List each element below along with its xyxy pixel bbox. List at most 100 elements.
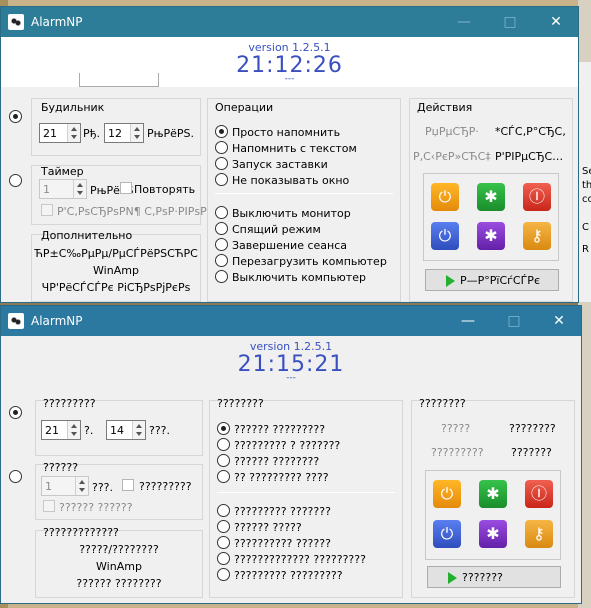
power-blue-icon[interactable]: ⏻ [433, 520, 461, 548]
close-icon[interactable]: ✕ [536, 306, 582, 336]
op-label-4: ?? ????????? ???? [234, 471, 329, 484]
op-radio-4[interactable] [217, 470, 230, 483]
extra-link-winamp[interactable]: WinAmp [31, 264, 201, 277]
spinner-arrows-icon[interactable] [130, 124, 143, 142]
app-icon [8, 313, 24, 329]
operations-group-title: ???????? [217, 397, 264, 410]
timer-minutes-spinner[interactable]: 1 [41, 476, 89, 496]
op-radio-1[interactable] [215, 125, 228, 138]
op-radio-5[interactable] [217, 504, 230, 517]
spinner-arrows-icon[interactable] [75, 477, 88, 495]
titlebar[interactable]: AlarmNP — □ ✕ [1, 306, 581, 336]
sleep-green-icon[interactable]: ✱ [479, 480, 507, 508]
window-title: AlarmNP [31, 15, 83, 29]
op-radio-6[interactable] [215, 222, 228, 235]
op-radio-8[interactable] [217, 552, 230, 565]
extra-link-3[interactable]: ЧР'РёСЃСЃРє РіСЂРѕРјРєРѕ [31, 281, 201, 294]
start-button[interactable]: Р—Р°РїСѓСЃРє [425, 269, 559, 291]
action-text-1b: *СЃС‚Р°СЂС‚ [495, 125, 566, 138]
window-title: AlarmNP [31, 314, 83, 328]
clock-area: version 1.2.5.1 21:15:21 --- [1, 336, 581, 386]
play-icon [446, 275, 455, 287]
titlebar[interactable]: AlarmNP — □ ✕ [1, 7, 578, 37]
shutdown-red-icon[interactable]: Ⓘ [525, 480, 553, 508]
actions-group-title: ???????? [419, 397, 466, 410]
action-text-2b: Р'РІРµСЂС… [495, 150, 564, 163]
power-orange-icon[interactable]: ⏻ [433, 480, 461, 508]
spinner-arrows-icon[interactable] [132, 421, 145, 439]
op-radio-3[interactable] [217, 454, 230, 467]
op-radio-8[interactable] [215, 254, 228, 267]
start-button[interactable]: ??????? [427, 566, 561, 588]
timer-unit-label: ???. [92, 481, 114, 494]
operations-separator [217, 492, 395, 493]
extra-link-3[interactable]: ?????? ???????? [35, 577, 203, 590]
spinner-arrows-icon[interactable] [67, 124, 80, 142]
op-label-7: ?????????? ?????? [234, 537, 331, 550]
extra-link-1[interactable]: ЋР±С‰РµРµ/РµСЃРёРЅСЋРС [31, 247, 201, 260]
op-radio-5[interactable] [215, 206, 228, 219]
power-orange-icon[interactable]: ⏻ [431, 183, 459, 211]
spinner-arrows-icon[interactable] [67, 421, 80, 439]
key-icon[interactable]: ⚷ [525, 520, 553, 548]
timer-mode-radio[interactable] [9, 470, 22, 483]
repeat-checkbox[interactable] [122, 479, 134, 491]
action-text-2a: ????????? [431, 446, 484, 459]
op-radio-7[interactable] [217, 536, 230, 549]
op-radio-2[interactable] [215, 141, 228, 154]
op-label-4: Не показывать окно [232, 174, 350, 187]
op-label-1: ?????? ????????? [234, 423, 326, 436]
op-label-6: ?????? ????? [234, 521, 302, 534]
alarm-hours-spinner[interactable]: 21 [39, 123, 81, 143]
maximize-icon[interactable]: □ [487, 7, 533, 37]
op-radio-4[interactable] [215, 173, 228, 186]
sleep-green-icon[interactable]: ✱ [477, 183, 505, 211]
op-radio-9[interactable] [215, 270, 228, 283]
repeat-label: ????????? [139, 480, 192, 493]
extra-link-winamp[interactable]: WinAmp [35, 560, 203, 573]
op-radio-6[interactable] [217, 520, 230, 533]
minimize-icon[interactable]: — [445, 306, 491, 336]
op-label-8: Перезагрузить компьютер [232, 255, 387, 268]
power-blue-icon[interactable]: ⏻ [431, 222, 459, 250]
op-radio-9[interactable] [217, 568, 230, 581]
op-label-8: ????????????? ????????? [234, 553, 366, 566]
extra-link-1[interactable]: ?????/???????? [35, 543, 203, 556]
maximize-icon[interactable]: □ [491, 306, 537, 336]
hibernate-purple-icon[interactable]: ✱ [477, 222, 505, 250]
key-icon[interactable]: ⚷ [523, 222, 551, 250]
op-radio-2[interactable] [217, 438, 230, 451]
second-call-checkbox[interactable] [43, 500, 55, 512]
action-text-1a: ????? [441, 422, 471, 435]
shutdown-red-icon[interactable]: Ⓘ [523, 183, 551, 211]
timer-mode-radio[interactable] [9, 174, 22, 187]
hibernate-purple-icon[interactable]: ✱ [479, 520, 507, 548]
second-call-checkbox[interactable] [41, 204, 53, 216]
minimize-icon[interactable]: — [441, 7, 487, 37]
timer-minutes-spinner[interactable]: 1 [39, 179, 87, 199]
hours-unit-label: Рђ. [83, 127, 101, 140]
alarm-mode-radio[interactable] [9, 406, 22, 419]
action-text-1a: РџРµСЂР· [425, 125, 479, 138]
action-text-1b: ???????? [509, 422, 556, 435]
alarm-mode-radio[interactable] [9, 110, 22, 123]
spinner-arrows-icon[interactable] [73, 180, 86, 198]
op-radio-3[interactable] [215, 157, 228, 170]
op-radio-1[interactable] [217, 422, 230, 435]
clock-area: version 1.2.5.1 21:12:26 --- [1, 37, 578, 87]
extra-group-title: Дополнительно [41, 229, 133, 242]
play-icon [448, 572, 457, 584]
op-label-3: ?????? ???????? [234, 455, 320, 468]
alarm-minutes-spinner[interactable]: 12 [104, 123, 144, 143]
op-radio-7[interactable] [215, 238, 228, 251]
op-label-2: Напомнить с текстом [232, 142, 357, 155]
alarm-minutes-spinner[interactable]: 14 [106, 420, 146, 440]
alarm-hours-spinner[interactable]: 21 [41, 420, 81, 440]
repeat-checkbox[interactable] [120, 182, 132, 194]
operations-separator [215, 193, 393, 194]
timer-group-title: ?????? [43, 461, 79, 474]
actions-group-title: Действия [417, 101, 473, 114]
op-label-5: ????????? ??????? [234, 505, 331, 518]
close-icon[interactable]: ✕ [533, 7, 579, 37]
op-label-9: Выключить компьютер [232, 271, 366, 284]
